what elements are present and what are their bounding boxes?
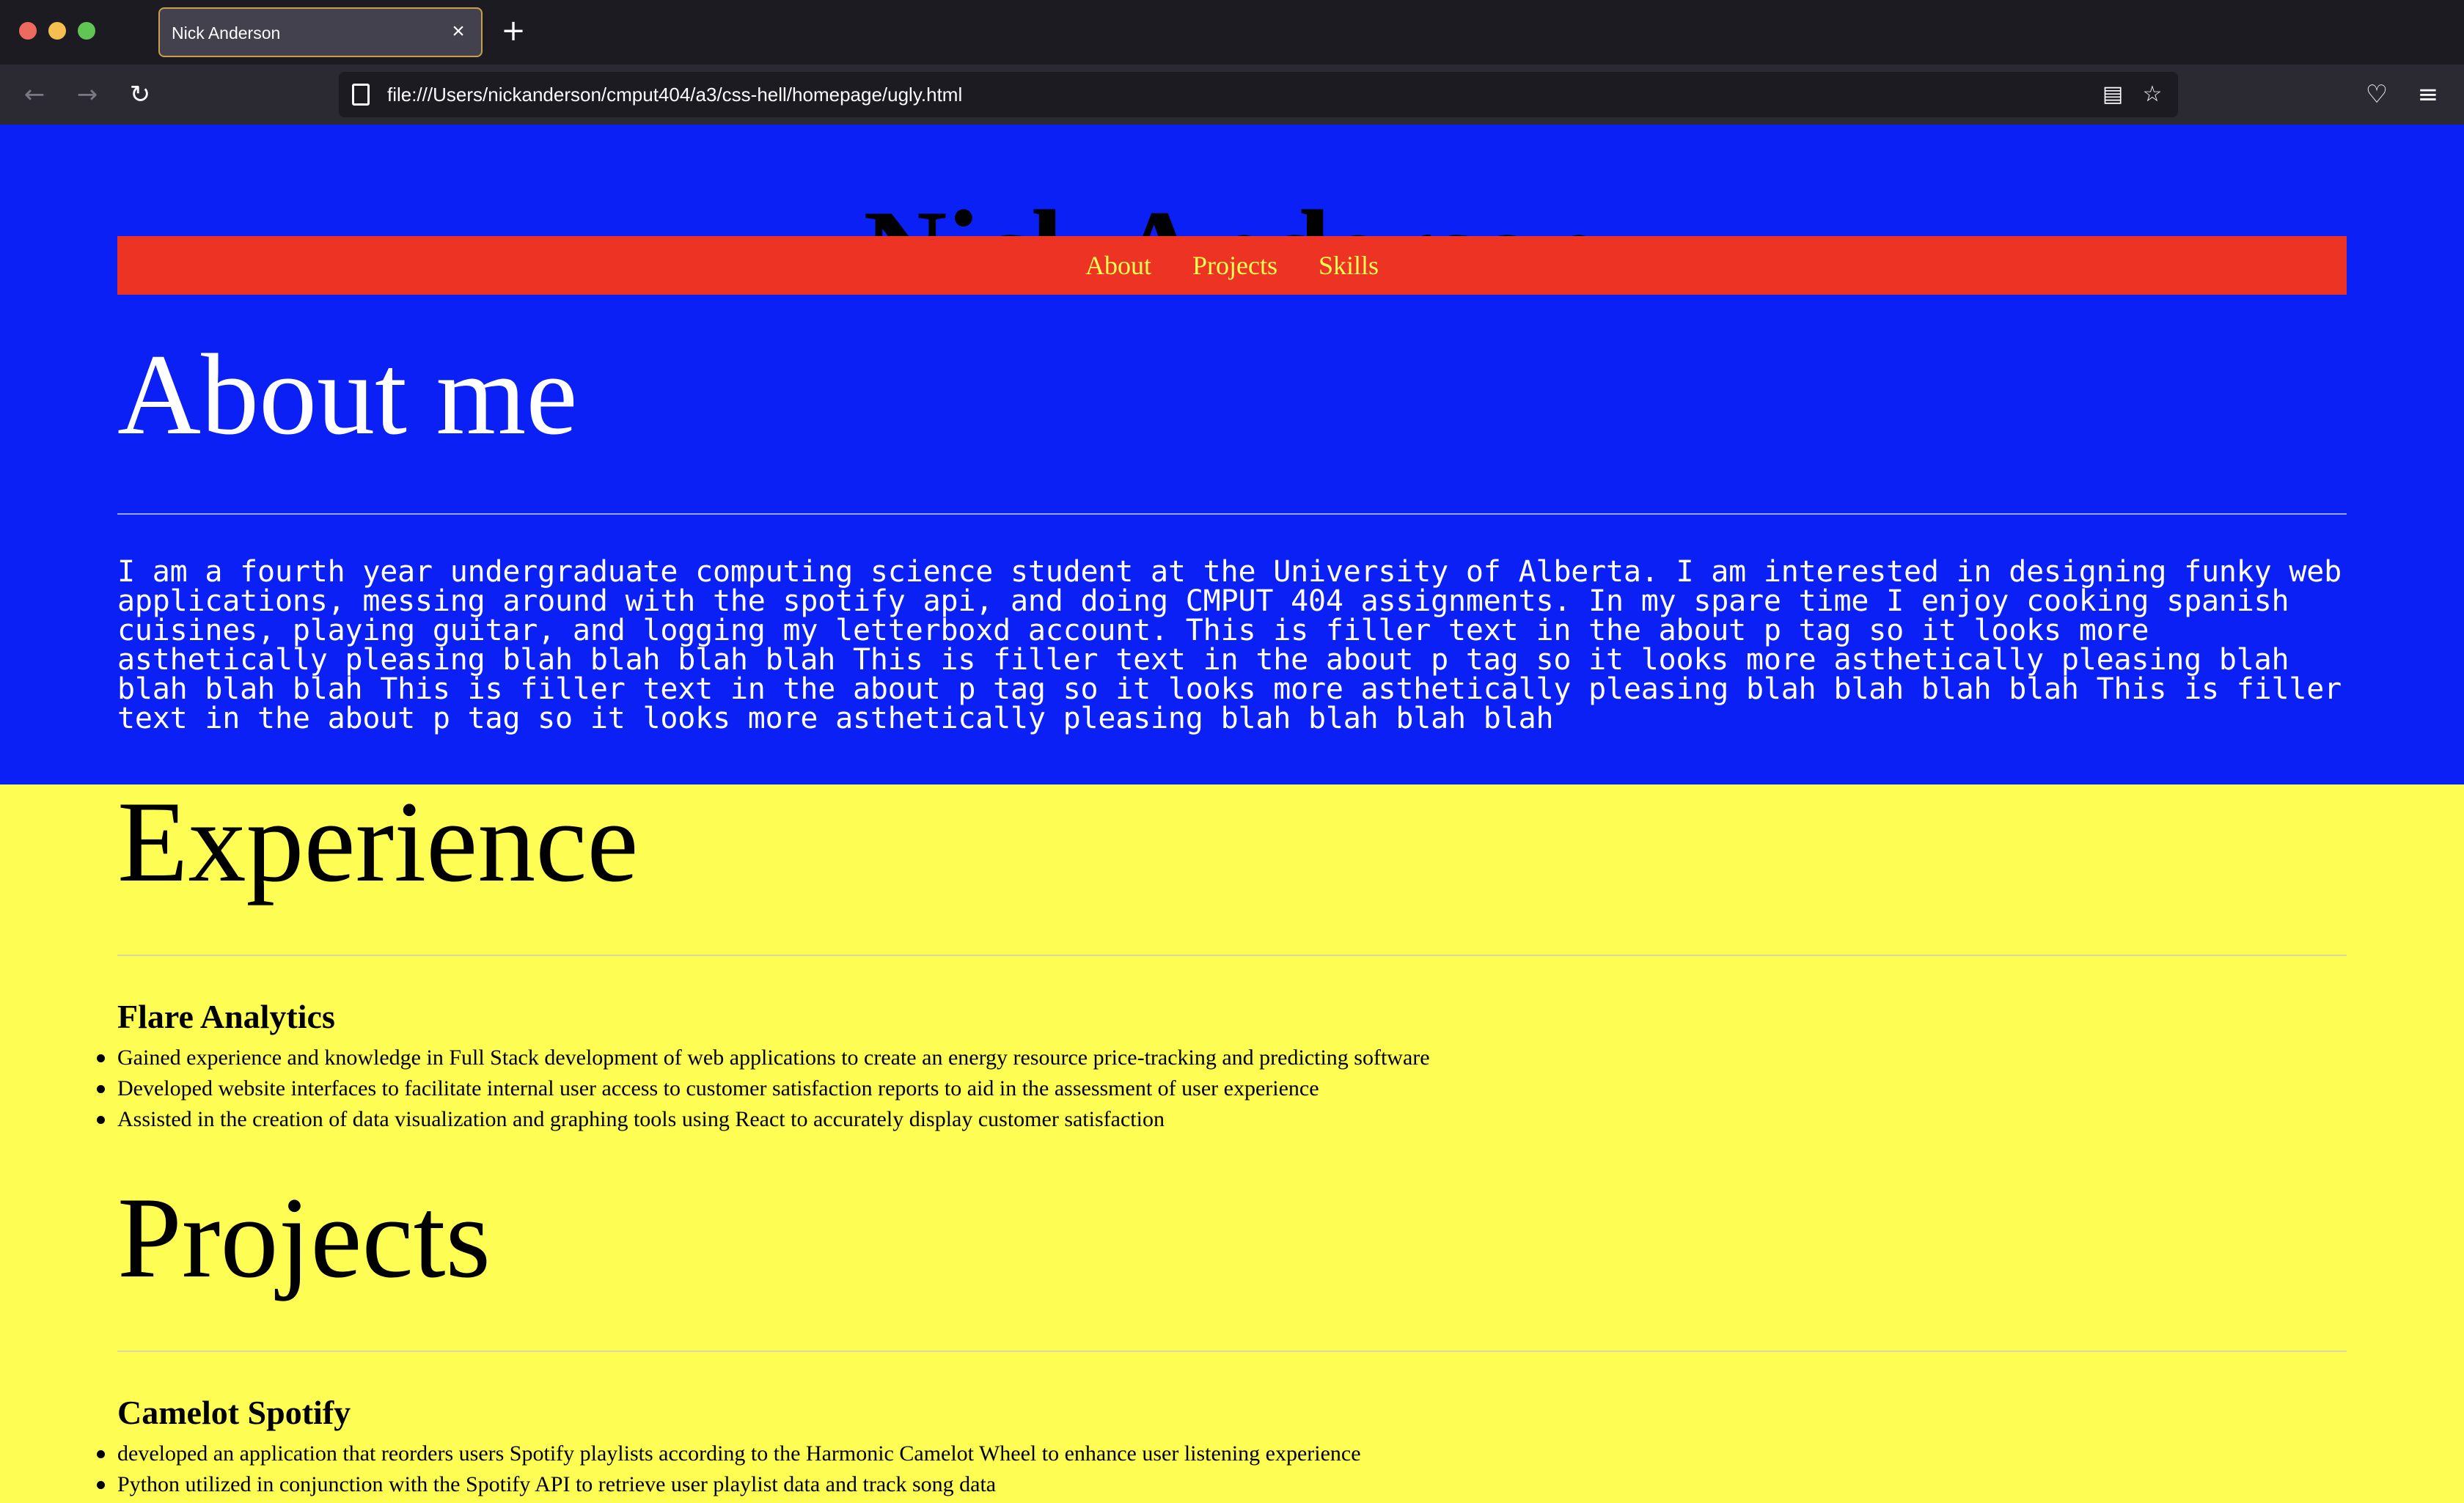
experience-heading: Experience [117, 778, 639, 906]
pocket-icon[interactable]: ♡ [2360, 78, 2394, 111]
maximize-window-button[interactable] [78, 22, 95, 40]
project-item-title: Camelot Spotify [117, 1394, 351, 1431]
header-about-section: Nick Anderson About Projects Skills Abou… [0, 125, 2464, 784]
section-divider [117, 955, 2347, 956]
browser-chrome: Nick Anderson × + ← → ↻ file:///Users/ni… [0, 0, 2464, 125]
browser-toolbar: ← → ↻ file:///Users/nickanderson/cmput40… [0, 65, 2464, 125]
tab-title: Nick Anderson [172, 23, 281, 43]
about-paragraph: I am a fourth year undergraduate computi… [117, 555, 2342, 735]
close-window-button[interactable] [19, 22, 37, 40]
nav-link-projects[interactable]: Projects [1192, 236, 1277, 295]
projects-heading: Projects [117, 1174, 491, 1302]
list-item: Python utilized in conjunction with the … [97, 1469, 1361, 1500]
address-bar-url[interactable]: file:///Users/nickanderson/cmput404/a3/c… [387, 84, 962, 106]
back-arrow-icon[interactable]: ← [18, 78, 51, 111]
tab-strip: Nick Anderson × + [0, 0, 2464, 65]
section-divider [117, 1351, 2347, 1352]
experience-item-title: Flare Analytics [117, 998, 335, 1035]
project-bullet-list: developed an application that reorders u… [97, 1438, 1361, 1500]
experience-bullet-list: Gained experience and knowledge in Full … [97, 1043, 1430, 1135]
reader-view-icon[interactable]: ▤ [2099, 81, 2127, 109]
hamburger-menu-icon[interactable]: ≡ [2411, 78, 2445, 111]
new-tab-icon[interactable]: + [499, 16, 528, 45]
forward-arrow-icon[interactable]: → [70, 78, 104, 111]
section-divider [117, 513, 2347, 515]
minimize-window-button[interactable] [48, 22, 66, 40]
close-tab-icon[interactable]: × [446, 19, 471, 44]
list-item: Developed website interfaces to facilita… [97, 1073, 1430, 1104]
nav-link-about[interactable]: About [1085, 236, 1151, 295]
list-item: Assisted in the creation of data visuali… [97, 1104, 1430, 1135]
reload-icon[interactable]: ↻ [123, 78, 157, 111]
list-item: Gained experience and knowledge in Full … [97, 1043, 1430, 1073]
bookmark-star-icon[interactable]: ☆ [2138, 81, 2166, 109]
about-heading: About me [117, 331, 578, 459]
page-icon [352, 84, 370, 106]
nav-link-skills[interactable]: Skills [1319, 236, 1379, 295]
page-content: Nick Anderson About Projects Skills Abou… [0, 125, 2464, 1503]
address-bar[interactable]: file:///Users/nickanderson/cmput404/a3/c… [339, 72, 2178, 117]
browser-tab-active[interactable]: Nick Anderson × [158, 7, 483, 57]
list-item: developed an application that reorders u… [97, 1438, 1361, 1469]
site-navigation: About Projects Skills [117, 236, 2347, 295]
